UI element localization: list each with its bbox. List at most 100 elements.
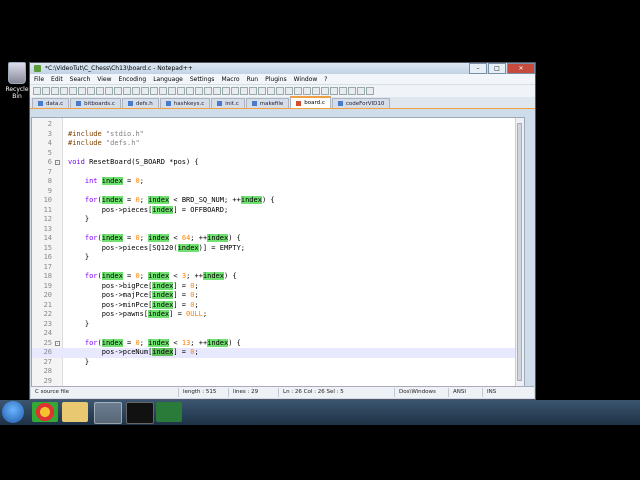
- toolbar-button-icon[interactable]: [366, 87, 374, 95]
- toolbar-button-icon[interactable]: [321, 87, 329, 95]
- code-line[interactable]: 8 int index = 0;: [32, 177, 518, 187]
- chrome-icon[interactable]: [32, 402, 58, 422]
- code-line[interactable]: 17: [32, 263, 518, 273]
- code-line[interactable]: 5: [32, 149, 518, 159]
- code-line[interactable]: 29: [32, 377, 518, 387]
- scrollbar-thumb[interactable]: [517, 123, 522, 381]
- menu-item-plugins[interactable]: Plugins: [265, 76, 287, 83]
- toolbar-button-icon[interactable]: [348, 87, 356, 95]
- toolbar-button-icon[interactable]: [222, 87, 230, 95]
- menu-item-search[interactable]: Search: [70, 76, 91, 83]
- toolbar-button-icon[interactable]: [96, 87, 104, 95]
- maximize-button[interactable]: □: [488, 63, 506, 74]
- toolbar-button-icon[interactable]: [249, 87, 257, 95]
- code-line[interactable]: 13: [32, 225, 518, 235]
- menu-item-window[interactable]: Window: [294, 76, 318, 83]
- toolbar-button-icon[interactable]: [150, 87, 158, 95]
- vertical-scrollbar[interactable]: [515, 118, 524, 386]
- toolbar-button-icon[interactable]: [168, 87, 176, 95]
- minimize-button[interactable]: –: [469, 63, 487, 74]
- code-line[interactable]: 2: [32, 120, 518, 130]
- toolbar-button-icon[interactable]: [177, 87, 185, 95]
- code-line[interactable]: 12 }: [32, 215, 518, 225]
- recycle-bin-icon[interactable]: Recycle Bin: [2, 62, 32, 102]
- menu-item-macro[interactable]: Macro: [221, 76, 239, 83]
- tab-hashkeys-c[interactable]: hashkeys.c: [159, 98, 211, 108]
- toolbar-button-icon[interactable]: [276, 87, 284, 95]
- toolbar-button-icon[interactable]: [42, 87, 50, 95]
- toolbar-button-icon[interactable]: [123, 87, 131, 95]
- code-line[interactable]: 6- void ResetBoard(S_BOARD *pos) {: [32, 158, 518, 168]
- code-line[interactable]: 24: [32, 329, 518, 339]
- toolbar-button-icon[interactable]: [303, 87, 311, 95]
- toolbar-button-icon[interactable]: [132, 87, 140, 95]
- title-bar[interactable]: *C:\VideoTut\C_Chess\Ch13\board.c - Note…: [30, 63, 535, 74]
- code-line[interactable]: 14 for(index = 0; index < 64; ++index) {: [32, 234, 518, 244]
- close-button[interactable]: ✕: [507, 63, 535, 74]
- code-line[interactable]: 23 }: [32, 320, 518, 330]
- toolbar-button-icon[interactable]: [186, 87, 194, 95]
- toolbar-button-icon[interactable]: [60, 87, 68, 95]
- toolbar-button-icon[interactable]: [114, 87, 122, 95]
- menu-item-view[interactable]: View: [97, 76, 111, 83]
- menu-item-run[interactable]: Run: [247, 76, 259, 83]
- code-line[interactable]: 21 pos->minPce[index] = 0;: [32, 300, 518, 311]
- toolbar-button-icon[interactable]: [159, 87, 167, 95]
- code-line[interactable]: 19 pos->bigPce[index] = 0;: [32, 281, 518, 292]
- code-editor[interactable]: 2 3 #include "stdio.h" 4 #include "defs.h" 5 6…: [31, 117, 525, 387]
- tab-board-c[interactable]: board.c: [290, 96, 331, 108]
- menu-item-[interactable]: ?: [324, 76, 327, 83]
- toolbar-button-icon[interactable]: [330, 87, 338, 95]
- toolbar-button-icon[interactable]: [267, 87, 275, 95]
- toolbar-button-icon[interactable]: [33, 87, 41, 95]
- notepadpp-taskbar-icon[interactable]: [94, 402, 122, 424]
- toolbar-button-icon[interactable]: [312, 87, 320, 95]
- code-line[interactable]: 16 }: [32, 253, 518, 263]
- tab-init-c[interactable]: init.c: [211, 98, 245, 108]
- code-line[interactable]: 25- for(index = 0; index < 13; ++index) …: [32, 338, 518, 349]
- code-line[interactable]: 20 pos->majPce[index] = 0;: [32, 291, 518, 301]
- toolbar-button-icon[interactable]: [240, 87, 248, 95]
- toolbar-button-icon[interactable]: [69, 87, 77, 95]
- toolbar-button-icon[interactable]: [285, 87, 293, 95]
- code-line[interactable]: 28: [32, 367, 518, 377]
- toolbar-button-icon[interactable]: [213, 87, 221, 95]
- toolbar-button-icon[interactable]: [339, 87, 347, 95]
- folder-icon[interactable]: [62, 402, 88, 422]
- code-line[interactable]: 15 pos->pieces[SQ120(index)] = EMPTY;: [32, 243, 518, 254]
- code-line[interactable]: 4 #include "defs.h": [32, 139, 518, 149]
- toolbar-button-icon[interactable]: [357, 87, 365, 95]
- code-line[interactable]: 22 pos->pawns[index] = 0ULL;: [32, 310, 518, 320]
- toolbar-button-icon[interactable]: [195, 87, 203, 95]
- toolbar-button-icon[interactable]: [258, 87, 266, 95]
- code-line[interactable]: 26 pos->pceNum[index] = 0;: [32, 348, 518, 358]
- code-line[interactable]: 7: [32, 168, 518, 178]
- tab-defs-h[interactable]: defs.h: [121, 98, 159, 108]
- toolbar-button-icon[interactable]: [87, 87, 95, 95]
- tab-data-c[interactable]: data.c: [32, 98, 70, 108]
- menu-item-language[interactable]: Language: [153, 76, 183, 83]
- toolbar-button-icon[interactable]: [105, 87, 113, 95]
- code-line[interactable]: 11 pos->pieces[index] = OFFBOARD;: [32, 205, 518, 216]
- toolbar-button-icon[interactable]: [78, 87, 86, 95]
- menu-item-encoding[interactable]: Encoding: [119, 76, 147, 83]
- spreadsheet-icon[interactable]: [156, 402, 182, 422]
- tab-codeForVID10[interactable]: codeForVID10: [331, 98, 391, 108]
- tab-makefile[interactable]: makefile: [245, 98, 290, 108]
- menu-item-edit[interactable]: Edit: [51, 76, 63, 83]
- fold-toggle-icon[interactable]: -: [55, 340, 60, 346]
- tab-bitboards-c[interactable]: bitboards.c: [70, 98, 121, 108]
- toolbar-button-icon[interactable]: [51, 87, 59, 95]
- toolbar-button-icon[interactable]: [294, 87, 302, 95]
- code-line[interactable]: 3 #include "stdio.h": [32, 130, 518, 140]
- code-line[interactable]: 10 for(index = 0; index < BRD_SQ_NUM; ++…: [32, 196, 518, 206]
- start-button[interactable]: [2, 401, 24, 423]
- code-line[interactable]: 18 for(index = 0; index < 3; ++index) {: [32, 272, 518, 282]
- menu-item-file[interactable]: File: [34, 76, 44, 83]
- toolbar-button-icon[interactable]: [141, 87, 149, 95]
- toolbar-button-icon[interactable]: [231, 87, 239, 95]
- menu-item-settings[interactable]: Settings: [190, 76, 215, 83]
- code-line[interactable]: 27 }: [32, 358, 518, 368]
- toolbar-button-icon[interactable]: [204, 87, 212, 95]
- code-line[interactable]: 9: [32, 187, 518, 197]
